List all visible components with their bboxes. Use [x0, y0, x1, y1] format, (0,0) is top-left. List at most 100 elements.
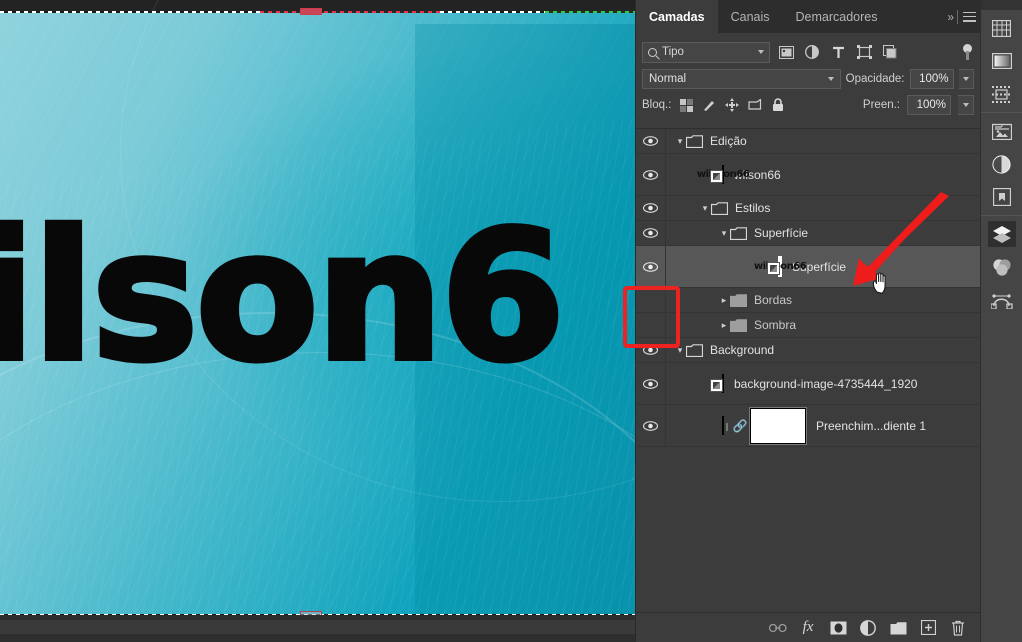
layer-row-background-group[interactable]: ▾ Background — [636, 338, 981, 363]
panel-tab-bar: Camadas Canais Demarcadores » — [636, 0, 980, 33]
layer-thumbnail[interactable]: wilsoon66 — [778, 258, 782, 276]
visibility-toggle[interactable] — [636, 363, 666, 404]
layer-name: Edição — [710, 134, 747, 148]
chevron-down-icon — [828, 77, 834, 81]
lock-all-icon[interactable] — [770, 97, 786, 113]
opacity-value[interactable]: 100% — [910, 69, 954, 89]
fill-stepper[interactable] — [958, 95, 974, 115]
eye-icon[interactable] — [643, 421, 658, 431]
eye-icon-hidden[interactable] — [643, 295, 658, 305]
blend-mode-row: Normal Opacidade: 100% — [636, 66, 980, 92]
adjustments-icon[interactable] — [988, 151, 1016, 177]
folder-icon — [730, 294, 747, 307]
visibility-toggle[interactable] — [636, 154, 666, 195]
library-folder-icon[interactable] — [988, 118, 1016, 144]
link-mask-icon[interactable]: 🔗 — [734, 419, 746, 433]
filter-type-dropdown[interactable]: Tipo — [642, 42, 770, 63]
panel-menu-icon[interactable] — [963, 12, 976, 22]
layer-row-background-image[interactable]: background-image-4735444_1920 — [636, 363, 981, 405]
pixel-filter-icon[interactable] — [776, 42, 796, 62]
visibility-toggle[interactable] — [636, 196, 666, 220]
tab-canais[interactable]: Canais — [718, 0, 783, 33]
layer-mask-button[interactable] — [829, 619, 847, 637]
opacity-stepper[interactable] — [959, 69, 975, 89]
layer-row-estilos[interactable]: ▾ Estilos — [636, 196, 981, 221]
visibility-toggle[interactable] — [636, 129, 666, 153]
gradient-icon[interactable] — [988, 48, 1016, 74]
blend-mode-value: Normal — [649, 73, 686, 85]
chevron-down-icon[interactable]: ▾ — [699, 203, 711, 214]
visibility-toggle[interactable] — [636, 221, 666, 245]
layer-thumbnail[interactable]: wilsoon66 — [722, 166, 724, 184]
eye-icon[interactable] — [643, 228, 658, 238]
chevron-down-icon — [758, 50, 764, 54]
layer-thumbnail[interactable] — [722, 375, 724, 393]
smart-object-filter-icon[interactable] — [880, 42, 900, 62]
document-canvas[interactable]: ilson6 — [0, 0, 635, 642]
eye-icon[interactable] — [643, 345, 658, 355]
shape-filter-icon[interactable] — [854, 42, 874, 62]
eye-icon-hidden[interactable] — [643, 320, 658, 330]
hand-cursor-icon — [871, 272, 889, 294]
layer-row-edicao[interactable]: ▾ Edição — [636, 129, 981, 154]
chevron-down-icon[interactable]: ▾ — [674, 136, 686, 147]
layer-comps-icon[interactable] — [988, 184, 1016, 210]
layer-mask-thumbnail[interactable] — [750, 408, 806, 444]
layer-row-superficie-selected[interactable]: wilsoon66 Superfície — [636, 246, 981, 288]
lock-row: Bloq.: Preen.: 100% — [636, 92, 980, 118]
blend-mode-dropdown[interactable]: Normal — [642, 69, 841, 89]
link-layers-button[interactable] — [769, 619, 787, 637]
eye-icon[interactable] — [643, 136, 658, 146]
tab-camadas[interactable]: Camadas — [636, 0, 718, 33]
eye-icon[interactable] — [643, 203, 658, 213]
visibility-toggle[interactable] — [636, 338, 666, 362]
layers-icon[interactable] — [988, 221, 1016, 247]
layer-row-superficie-group[interactable]: ▾ Superfície — [636, 221, 981, 246]
eye-icon[interactable] — [643, 262, 658, 272]
folder-icon — [686, 344, 703, 357]
lock-transparency-icon[interactable] — [678, 97, 694, 113]
eye-icon[interactable] — [643, 170, 658, 180]
layer-row-wilson66[interactable]: wilsoon66 wilson66 — [636, 154, 981, 196]
folder-icon — [730, 227, 747, 240]
new-group-button[interactable] — [889, 619, 907, 637]
adjustment-layer-button[interactable] — [859, 619, 877, 637]
layer-style-button[interactable]: fx — [799, 619, 817, 637]
chevron-right-icon[interactable]: ▸ — [718, 320, 730, 331]
paths-icon[interactable] — [988, 287, 1016, 313]
opacity-label: Opacidade: — [846, 73, 905, 85]
chevron-right-icon[interactable]: ▸ — [718, 295, 730, 306]
visibility-toggle[interactable] — [636, 313, 666, 337]
layer-row-preenchimento-gradiente[interactable]: 🔗 Preenchim...diente 1 — [636, 405, 981, 447]
grid-icon[interactable] — [988, 15, 1016, 41]
filter-enable-toggle[interactable] — [963, 44, 972, 60]
tab-demarcadores[interactable]: Demarcadores — [783, 0, 891, 33]
chevron-down-icon[interactable]: ▾ — [674, 345, 686, 356]
chevron-down-icon[interactable]: ▾ — [718, 228, 730, 239]
layer-name: Background — [710, 343, 774, 357]
layer-list[interactable]: ▾ Edição wilsoon66 — [636, 128, 981, 588]
delete-layer-button[interactable] — [949, 619, 967, 637]
chevron-double-right-icon[interactable]: » — [947, 10, 952, 24]
artboard[interactable]: ilson6 — [0, 12, 635, 615]
canvas-horizontal-scrollbar-track[interactable] — [0, 620, 635, 634]
layer-name: Estilos — [735, 201, 770, 215]
visibility-toggle[interactable] — [636, 405, 666, 446]
visibility-toggle[interactable] — [636, 246, 666, 287]
type-filter-icon[interactable] — [828, 42, 848, 62]
fill-value[interactable]: 100% — [907, 95, 951, 115]
layer-row-bordas[interactable]: ▸ Bordas — [636, 288, 981, 313]
channels-icon[interactable] — [988, 254, 1016, 280]
eye-icon[interactable] — [643, 379, 658, 389]
lock-position-icon[interactable] — [724, 97, 740, 113]
new-layer-button[interactable] — [919, 619, 937, 637]
lock-artboard-icon[interactable] — [747, 97, 763, 113]
lock-image-icon[interactable] — [701, 97, 717, 113]
layer-row-sombra[interactable]: ▸ Sombra — [636, 313, 981, 338]
pattern-icon[interactable] — [988, 81, 1016, 107]
layer-name: Preenchim...diente 1 — [816, 419, 926, 433]
fill-layer-thumbnail[interactable] — [722, 417, 724, 435]
adjustment-filter-icon[interactable] — [802, 42, 822, 62]
layer-name: Superfície — [754, 226, 808, 240]
visibility-toggle[interactable] — [636, 288, 666, 312]
